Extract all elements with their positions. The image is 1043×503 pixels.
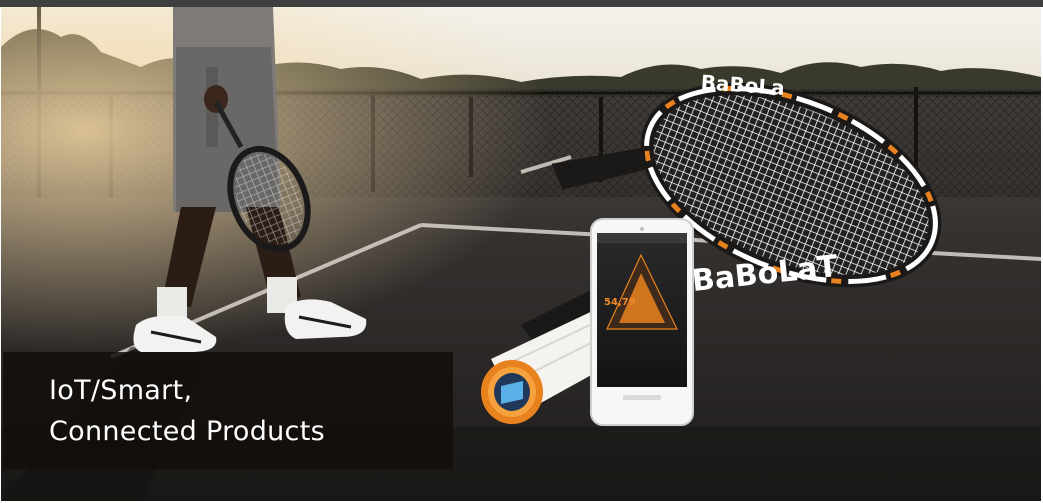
hero-banner: BaBoLa BaBoLaT 54,79 IoT/Smart, Connecte… [0,0,1043,503]
top-border [0,0,1043,7]
smartphone-icon: 54,79 [590,218,694,426]
phone-reading: 54,79 [604,297,636,308]
sensor-icon [481,360,543,424]
caption-line-1: IoT/Smart, [49,375,193,406]
caption-panel: IoT/Smart, Connected Products [3,352,453,469]
caption-line-2: Connected Products [49,416,325,447]
